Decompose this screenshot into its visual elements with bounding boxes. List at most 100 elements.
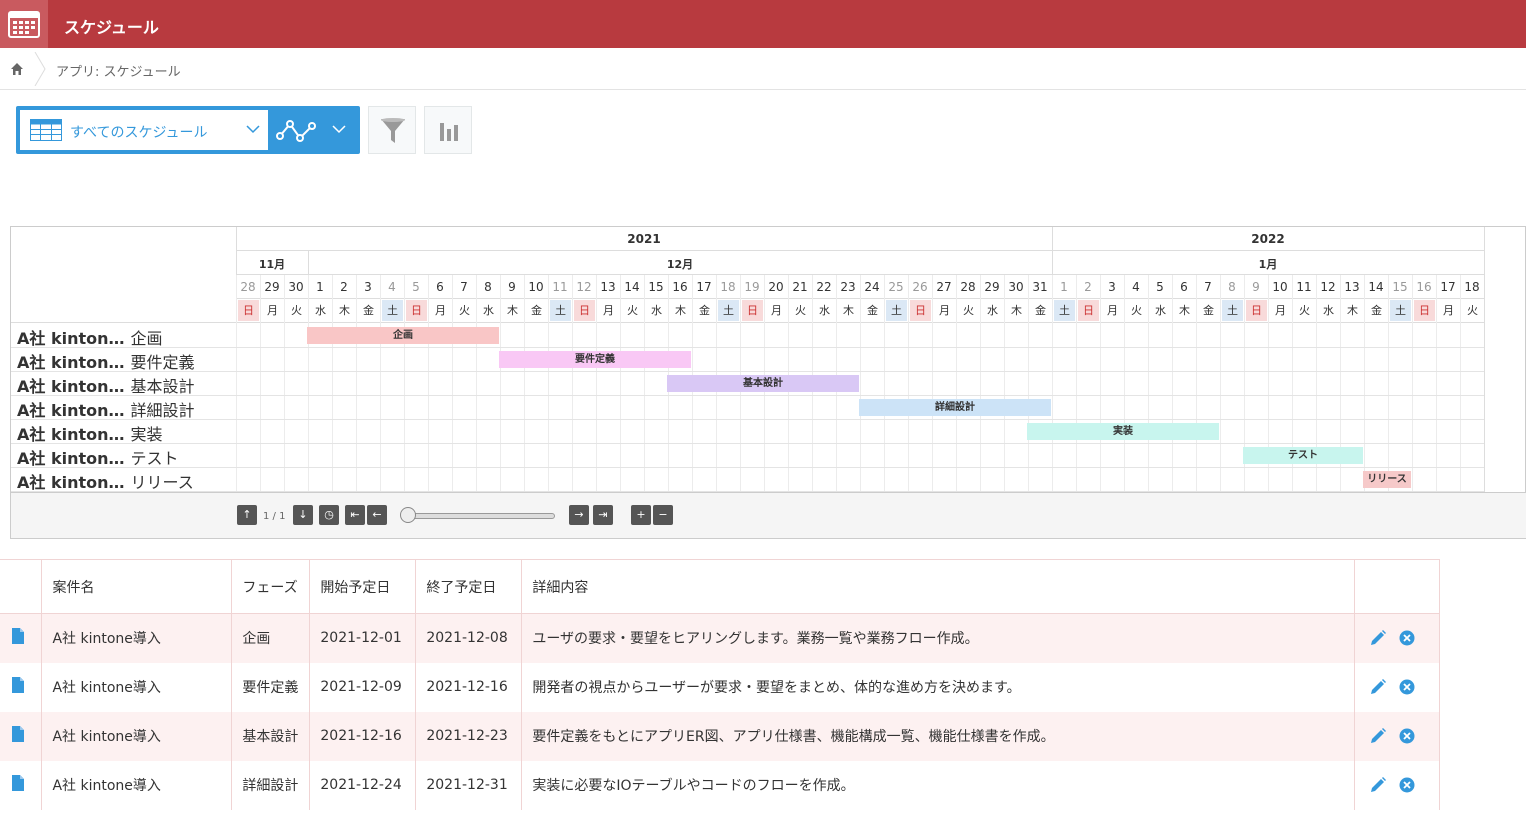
cell-phase: 詳細設計 <box>231 760 311 810</box>
edit-pencil-icon[interactable] <box>1369 678 1387 696</box>
delete-circle-icon[interactable] <box>1399 630 1415 646</box>
scroll-begin-button[interactable]: ⇤ <box>345 505 365 525</box>
edit-pencil-icon[interactable] <box>1369 727 1387 745</box>
grid-column <box>884 275 885 492</box>
chart-right-edge <box>1484 227 1485 492</box>
weekday-label: 火 <box>627 304 638 317</box>
scroll-up-button[interactable]: ↑ <box>237 505 257 525</box>
grid-column <box>932 275 933 492</box>
gantt-bar[interactable]: 実装 <box>1027 423 1219 440</box>
grid-column <box>1196 275 1197 492</box>
grid-column <box>1148 275 1149 492</box>
today-clock-button[interactable]: ◷ <box>319 505 339 525</box>
col-header-start[interactable]: 開始予定日 <box>309 559 417 614</box>
grid-column <box>1052 275 1053 492</box>
day-label: 17 <box>696 280 712 294</box>
weekday-label: 火 <box>795 304 806 317</box>
scroll-end-button[interactable]: ⇥ <box>593 505 613 525</box>
view-selector[interactable]: すべてのスケジュール <box>16 106 360 154</box>
home-icon[interactable] <box>10 62 24 76</box>
day-label: 16 <box>1416 280 1432 294</box>
weekday-label: 金 <box>1371 304 1382 317</box>
filter-button[interactable] <box>368 106 416 154</box>
day-label: 14 <box>1368 280 1384 294</box>
record-detail-link[interactable] <box>0 760 43 810</box>
cell-end: 2021-12-23 <box>415 711 523 761</box>
calendar-icon[interactable] <box>0 0 48 48</box>
day-label: 19 <box>744 280 760 294</box>
graph-report-button[interactable] <box>424 106 472 154</box>
edit-pencil-icon[interactable] <box>1369 629 1387 647</box>
month-label: 12月 <box>666 258 694 271</box>
document-icon <box>12 775 24 791</box>
delete-circle-icon[interactable] <box>1399 728 1415 744</box>
day-label: 29 <box>984 280 1000 294</box>
cell-name: A社 kintone導入 <box>41 760 233 810</box>
grid-column <box>1004 275 1005 492</box>
timeline-slider[interactable] <box>407 513 555 519</box>
row-line <box>11 491 1484 492</box>
day-label: 7 <box>1204 280 1212 294</box>
chevron-down-icon[interactable] <box>332 124 346 134</box>
gantt-bar[interactable]: 基本設計 <box>667 375 859 392</box>
cell-name: A社 kintone導入 <box>41 613 233 663</box>
gantt-bar[interactable]: 要件定義 <box>499 351 691 368</box>
weekday-label: 火 <box>1131 304 1142 317</box>
weekday-label: 月 <box>1107 304 1118 317</box>
row-line <box>11 347 1484 348</box>
day-label: 13 <box>600 280 616 294</box>
day-label: 21 <box>792 280 808 294</box>
cell-detail: 要件定義をもとにアプリER図、アプリ仕様書、機能構成一覧、機能仕様書を作成。 <box>521 711 1355 761</box>
edit-pencil-icon[interactable] <box>1369 776 1387 794</box>
col-header-end[interactable]: 終了予定日 <box>415 559 523 614</box>
zoom-out-button[interactable]: − <box>653 505 673 525</box>
view-dropdown[interactable]: すべてのスケジュール <box>20 110 268 150</box>
col-header-phase[interactable]: フェーズ <box>231 559 311 614</box>
scroll-down-button[interactable]: ↓ <box>293 505 313 525</box>
gantt-bar[interactable]: リリース <box>1363 471 1411 488</box>
grid-column <box>236 275 237 492</box>
weekday-label: 火 <box>459 304 470 317</box>
record-detail-link[interactable] <box>0 613 43 663</box>
row-project: A社 kinton… <box>17 425 125 444</box>
day-label: 4 <box>388 280 396 294</box>
cell-start: 2021-12-09 <box>309 662 417 712</box>
zoom-in-button[interactable]: + <box>631 505 651 525</box>
col-header-name[interactable]: 案件名 <box>41 559 233 614</box>
day-label: 15 <box>648 280 664 294</box>
gantt-bar[interactable]: 企画 <box>307 327 499 344</box>
col-header-detail[interactable]: 詳細内容 <box>521 559 1355 614</box>
grid-column <box>380 275 381 492</box>
weekday-label: 土 <box>1222 300 1243 321</box>
grid-column <box>1124 275 1125 492</box>
day-label: 30 <box>288 280 304 294</box>
cell-end: 2021-12-31 <box>415 760 523 810</box>
grid-column <box>908 275 909 492</box>
day-label: 3 <box>364 280 372 294</box>
scroll-left-button[interactable]: ← <box>367 505 387 525</box>
day-label: 29 <box>264 280 280 294</box>
filter-icon <box>381 118 405 143</box>
cell-phase: 要件定義 <box>231 662 311 712</box>
timeline-slider-handle[interactable] <box>400 507 416 523</box>
weekday-label: 金 <box>1203 304 1214 317</box>
row-phase: 基本設計 <box>130 377 195 396</box>
row-line <box>11 371 1484 372</box>
row-project: A社 kinton… <box>17 401 125 420</box>
cell-start: 2021-12-01 <box>309 613 417 663</box>
day-label: 8 <box>484 280 492 294</box>
graph-icon[interactable] <box>276 116 318 144</box>
delete-circle-icon[interactable] <box>1399 777 1415 793</box>
weekday-label: 木 <box>675 304 686 317</box>
gantt-row-label: A社 kinton… 要件定義 <box>17 349 195 373</box>
record-detail-link[interactable] <box>0 662 43 712</box>
gantt-bar[interactable]: テスト <box>1243 447 1363 464</box>
gantt-bar[interactable]: 詳細設計 <box>859 399 1051 416</box>
breadcrumb-app-link[interactable]: アプリ: スケジュール <box>56 61 181 80</box>
grid-column <box>1100 275 1101 492</box>
row-line <box>11 419 1484 420</box>
scroll-right-button[interactable]: → <box>569 505 589 525</box>
delete-circle-icon[interactable] <box>1399 679 1415 695</box>
record-detail-link[interactable] <box>0 711 43 761</box>
day-label: 1 <box>316 280 324 294</box>
